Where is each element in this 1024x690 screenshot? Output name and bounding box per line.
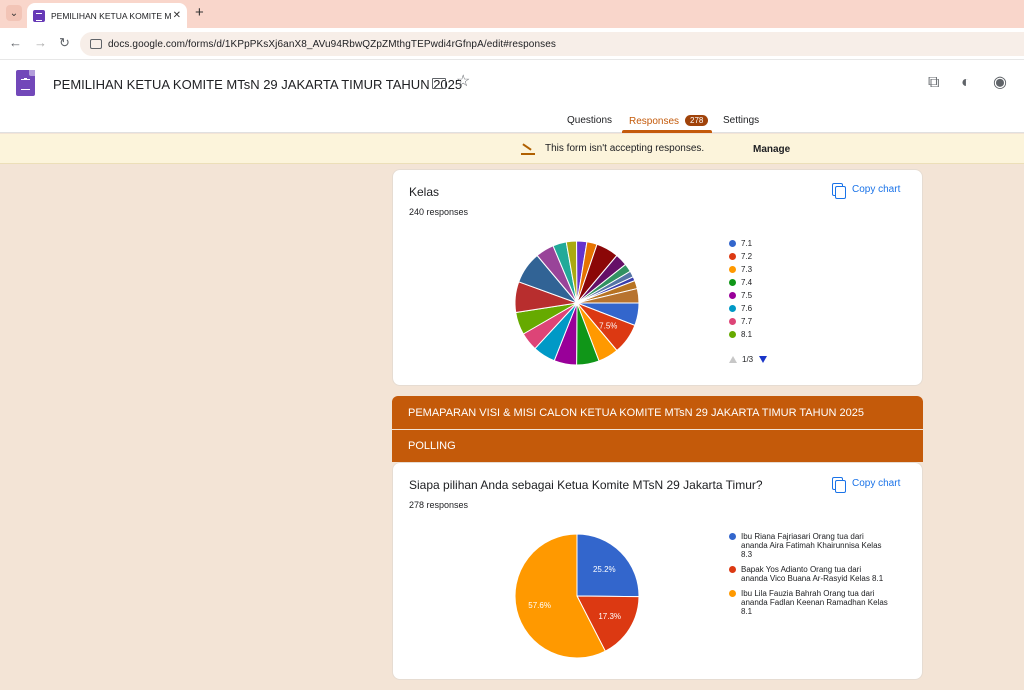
legend-item: 7.2	[729, 252, 752, 261]
no-responses-icon	[521, 143, 535, 155]
section-header-polling: POLLING	[392, 430, 923, 462]
legend-swatch	[729, 331, 736, 338]
legend-swatch	[729, 266, 736, 273]
legend-swatch	[729, 292, 736, 299]
legend-swatch	[729, 590, 736, 597]
tab-title: PEMILIHAN KETUA KOMITE MTs	[51, 10, 171, 21]
legend-item: Ibu Lila Fauzia Bahrah Orang tua dari an…	[729, 589, 889, 616]
legend-swatch	[729, 279, 736, 286]
legend-item: 7.7	[729, 317, 752, 326]
legend-swatch	[729, 566, 736, 573]
browser-toolbar: ← → ↻ docs.google.com/forms/d/1KPpPKsXj6…	[0, 28, 1024, 60]
pie-data-label: 7.5%	[599, 321, 617, 330]
browser-tabstrip: ⌄ PEMILIHAN KETUA KOMITE MTs ✕ +	[0, 0, 1024, 28]
new-tab-plus-icon[interactable]: +	[195, 5, 204, 21]
banner-message: This form isn't accepting responses.	[545, 143, 705, 154]
section-title: POLLING	[408, 440, 456, 452]
legend-prev-icon[interactable]	[729, 356, 737, 363]
responses-count-badge: 278	[685, 115, 709, 126]
legend-label: Bapak Yos Adianto Orang tua dari ananda …	[741, 565, 884, 583]
tab-responses[interactable]: Responses 278	[629, 115, 709, 127]
folder-icon[interactable]	[432, 78, 446, 89]
legend-label: 7.2	[741, 252, 753, 261]
response-count: 240 responses	[409, 207, 469, 217]
pie-data-label: 57.6%	[528, 601, 551, 610]
legend-swatch	[729, 318, 736, 325]
url-text: docs.google.com/forms/d/1KPpPKsXj6anX8_A…	[108, 38, 556, 50]
legend-item: Ibu Riana Fajriasari Orang tua dari anan…	[729, 532, 889, 559]
copy-chart-label: Copy chart	[852, 478, 901, 489]
palette-icon[interactable]: ◐	[961, 74, 971, 92]
legend-label: 7.7	[741, 317, 753, 326]
question-title: Siapa pilihan Anda sebagai Ketua Komite …	[409, 478, 763, 492]
poll-legend: Ibu Riana Fajriasari Orang tua dari anan…	[729, 532, 889, 622]
chevron-down-icon: ⌄	[9, 7, 19, 19]
star-icon[interactable]: ☆	[456, 73, 470, 91]
legend-label: 8.1	[741, 330, 753, 339]
copy-chart-button[interactable]: Copy chart	[832, 477, 901, 493]
active-tab-indicator	[622, 130, 712, 133]
close-icon[interactable]: ✕	[173, 10, 181, 21]
legend-label: 7.5	[741, 291, 753, 300]
legend-item: Bapak Yos Adianto Orang tua dari ananda …	[729, 565, 889, 583]
forward-arrow-icon[interactable]: →	[34, 36, 47, 50]
tab-search-button[interactable]: ⌄	[6, 5, 22, 21]
legend-label: 7.6	[741, 304, 753, 313]
forms-favicon-icon	[33, 9, 45, 22]
pie-data-label: 17.3%	[598, 612, 621, 621]
legend-label: 7.4	[741, 278, 753, 287]
copy-chart-label: Copy chart	[852, 184, 901, 195]
legend-item: 7.5	[729, 291, 752, 300]
tab-settings[interactable]: Settings	[723, 115, 759, 126]
preview-eye-icon[interactable]: ◉	[993, 74, 1007, 92]
copy-chart-button[interactable]: Copy chart	[832, 183, 901, 199]
legend-item: 7.6	[729, 304, 752, 313]
site-info-icon[interactable]	[90, 39, 102, 49]
legend-label: 7.1	[741, 239, 753, 248]
poll-pie-chart: 25.2% 17.3% 57.6%	[514, 533, 640, 659]
legend-label: Ibu Riana Fajriasari Orang tua dari anan…	[741, 532, 882, 559]
kelas-legend: 7.1 7.2 7.3 7.4 7.5 7.6 7.7 8.1	[729, 239, 752, 343]
response-count: 278 responses	[409, 500, 469, 510]
legend-page-indicator: 1/3	[742, 355, 754, 364]
pie-data-label: 25.2%	[593, 565, 616, 574]
google-forms-logo-icon[interactable]	[16, 70, 35, 96]
not-accepting-banner: This form isn't accepting responses. Man…	[0, 134, 1024, 164]
section-header-visi-misi: PEMAPARAN VISI & MISI CALON KETUA KOMITE…	[392, 396, 923, 429]
section-title: PEMAPARAN VISI & MISI CALON KETUA KOMITE…	[408, 406, 865, 419]
legend-item: 7.3	[729, 265, 752, 274]
poll-summary-card: Siapa pilihan Anda sebagai Ketua Komite …	[392, 462, 923, 680]
legend-item: 8.1	[729, 330, 752, 339]
copy-icon	[832, 477, 846, 493]
legend-label: Ibu Lila Fauzia Bahrah Orang tua dari an…	[741, 589, 888, 616]
legend-swatch	[729, 305, 736, 312]
tab-responses-label: Responses	[629, 116, 680, 127]
copy-icon	[832, 183, 846, 199]
kelas-pie-chart: 7.5%	[514, 240, 640, 366]
legend-swatch	[729, 253, 736, 260]
kelas-summary-card: Kelas 240 responses Copy chart 7.5% 7.1 7…	[392, 169, 923, 386]
browser-tab[interactable]: PEMILIHAN KETUA KOMITE MTs ✕	[27, 3, 187, 28]
question-title: Kelas	[409, 185, 440, 199]
reload-icon[interactable]: ↻	[59, 36, 70, 50]
form-title[interactable]: PEMILIHAN KETUA KOMITE MTsN 29 JAKARTA T…	[53, 77, 462, 92]
addon-puzzle-icon[interactable]: ⧉	[928, 74, 939, 92]
back-arrow-icon[interactable]: ←	[9, 36, 22, 50]
forms-header: PEMILIHAN KETUA KOMITE MTsN 29 JAKARTA T…	[0, 60, 1024, 133]
manage-button[interactable]: Manage	[753, 144, 790, 155]
legend-label: 7.3	[741, 265, 753, 274]
tab-questions[interactable]: Questions	[567, 115, 612, 126]
address-bar[interactable]: docs.google.com/forms/d/1KPpPKsXj6anX8_A…	[80, 32, 1024, 56]
legend-pager: 1/3	[729, 355, 768, 364]
legend-item: 7.4	[729, 278, 752, 287]
legend-item: 7.1	[729, 239, 752, 248]
legend-swatch	[729, 533, 736, 540]
form-tabs: Questions Responses 278 Settings	[0, 113, 1024, 133]
legend-swatch	[729, 240, 736, 247]
legend-next-icon[interactable]	[759, 356, 768, 363]
